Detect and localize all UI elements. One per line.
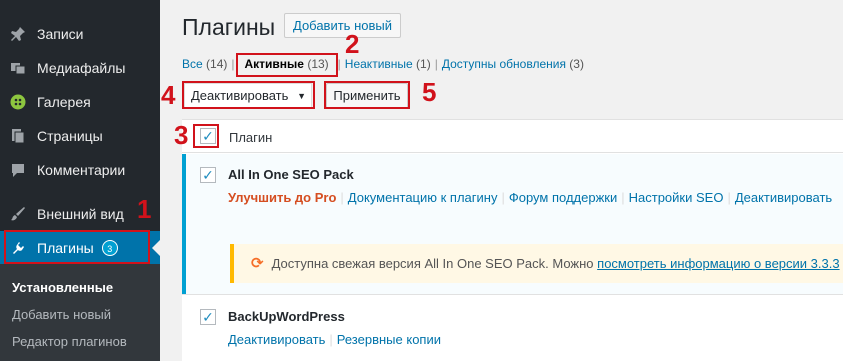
sidebar-item-label: Страницы [37,128,103,144]
sidebar-item-pages[interactable]: Страницы [0,119,160,153]
table-row: ✓ All In One SEO Pack Улучшить до Pro | До… [182,154,843,294]
filter-updates[interactable]: Доступны обновления (3) [442,57,584,71]
update-message: Доступна свежая версия All In One SEO Pa… [271,256,594,271]
filter-inactive[interactable]: Неактивные (1) [345,57,431,71]
seo-settings-link[interactable]: Настройки SEO [629,190,724,205]
table-header: ✓ Плагин [182,120,843,153]
active-menu-arrow [152,240,160,256]
separator: | [337,57,341,71]
filter-inactive-label: Неактивные [344,57,413,71]
sidebar-item-label: Записи [37,26,84,42]
plugins-submenu: Установленные Добавить новый Редактор пл… [0,264,160,361]
separator: | [231,57,235,71]
separator: | [434,57,438,71]
view-version-details-link[interactable]: посмотреть информацию о версии 3.3.3 [597,256,839,271]
filter-updates-count: (3) [569,57,584,71]
submenu-item-editor[interactable]: Редактор плагинов [12,334,127,349]
sidebar-item-posts[interactable]: Записи [0,17,160,51]
backups-link[interactable]: Резервные копии [337,332,441,347]
pages-icon [8,126,28,146]
admin-sidebar: Записи Медиафайлы Галерея Страницы Комме… [0,0,160,361]
separator: | [329,332,333,347]
filter-all-count: (14) [206,57,228,71]
row-actions: Деактивировать | Резервные копии [228,332,441,347]
sidebar-item-label: Медиафайлы [37,60,126,76]
submenu-item-add-new[interactable]: Добавить новый [12,307,111,322]
pushpin-icon [8,24,28,44]
annotation-box-plugins [4,230,150,264]
annotation-box-active-filter [236,53,338,77]
column-header-plugin: Плагин [229,130,273,145]
support-forum-link[interactable]: Форум поддержки [509,190,617,205]
filter-updates-label: Доступны обновления [441,57,566,71]
upgrade-pro-link[interactable]: Улучшить до Pro [228,190,336,205]
sidebar-item-appearance[interactable]: Внешний вид [0,197,160,231]
docs-link[interactable]: Документацию к плагину [348,190,498,205]
sidebar-item-label: Внешний вид [37,206,124,222]
update-notice: ⟳ Доступна свежая версия All In One SEO P… [230,244,843,283]
submenu-item-installed[interactable]: Установленные [12,280,113,295]
annotation-number-4: 4 [161,80,176,110]
row-checkbox[interactable]: ✓ [200,309,216,325]
separator: | [501,190,505,205]
sidebar-item-label: Комментарии [37,162,126,178]
annotation-number-2: 2 [345,29,360,59]
media-icon [8,58,28,78]
deactivate-link[interactable]: Деактивировать [228,332,325,347]
sidebar-item-media[interactable]: Медиафайлы [0,51,160,85]
add-new-button[interactable]: Добавить новый [284,13,401,38]
page-title: Плагины [182,14,276,40]
plugins-table: ✓ Плагин ✓ All In One SEO Pack Улучшить … [182,119,843,361]
annotation-box-apply [324,81,410,109]
comments-icon [8,160,28,180]
plugin-title: All In One SEO Pack [228,167,354,182]
annotation-number-1: 1 [137,194,152,224]
filter-all-label: Все [182,57,203,71]
sidebar-item-label: Галерея [37,94,91,110]
separator: | [727,190,731,205]
annotation-box-bulk-select [182,81,315,109]
row-actions: Улучшить до Pro | Документацию к плагину | Ф… [228,190,832,205]
sidebar-item-gallery[interactable]: Галерея [0,85,160,119]
annotation-number-5: 5 [422,77,437,107]
appearance-icon [8,204,28,224]
refresh-icon: ⟳ [251,255,264,272]
row-checkbox[interactable]: ✓ [200,167,216,183]
table-row: ✓ BackUpWordPress Деактивировать | Резервн… [182,294,843,361]
separator: | [340,190,344,205]
annotation-box-select-all [193,124,219,148]
separator: | [621,190,625,205]
gallery-icon [8,92,28,112]
filter-inactive-count: (1) [416,57,431,71]
filter-all[interactable]: Все (14) [182,57,227,71]
annotation-number-3: 3 [174,120,189,150]
deactivate-link[interactable]: Деактивировать [735,190,832,205]
sidebar-item-comments[interactable]: Комментарии [0,153,160,187]
plugin-title: BackUpWordPress [228,309,345,324]
